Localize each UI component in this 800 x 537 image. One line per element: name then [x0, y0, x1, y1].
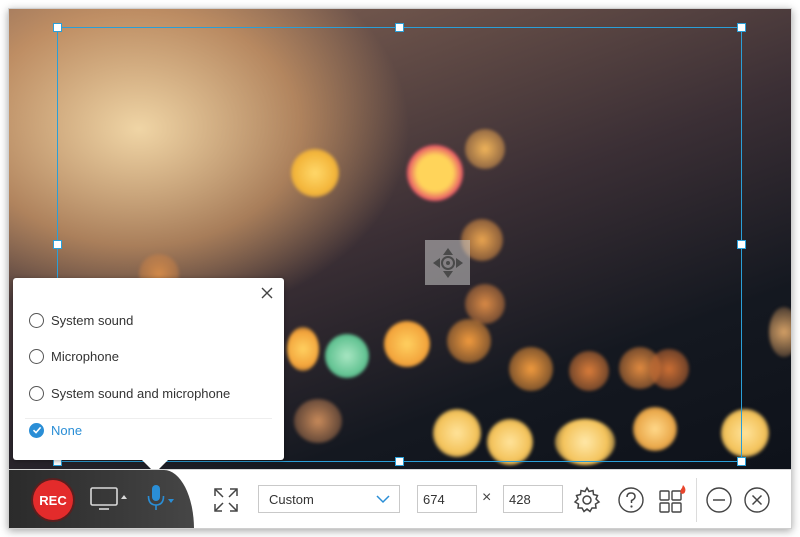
apps-button[interactable] — [656, 482, 690, 516]
chevron-down-icon — [376, 495, 390, 504]
audio-option-system-and-microphone[interactable]: System sound and microphone — [29, 381, 230, 405]
move-arrows-icon — [432, 247, 463, 278]
fullscreen-icon — [214, 488, 238, 512]
radio-button[interactable] — [29, 348, 44, 364]
minimize-button[interactable] — [703, 484, 735, 516]
option-label: System sound and microphone — [51, 385, 231, 401]
recording-toolbar: REC Custom 674 × 428 — [9, 469, 791, 528]
apps-icon — [659, 485, 686, 513]
monitor-icon — [90, 487, 127, 510]
microphone-button[interactable] — [144, 482, 176, 516]
help-button[interactable] — [615, 484, 647, 516]
option-label: Microphone — [51, 348, 119, 364]
radio-button-checked[interactable] — [29, 422, 44, 438]
resize-handle-bottom-right[interactable] — [737, 457, 746, 466]
option-label: None — [51, 422, 83, 438]
radio-button[interactable] — [29, 385, 44, 401]
resize-handle-top-left[interactable] — [53, 23, 62, 32]
toolbar-divider — [696, 478, 697, 522]
move-handle[interactable] — [425, 240, 470, 285]
checkmark-icon — [32, 426, 41, 434]
close-icon — [744, 487, 770, 513]
times-symbol: × — [482, 489, 492, 506]
region-size-dropdown[interactable]: Custom — [258, 485, 400, 513]
recording-screen: System sound Microphone System sound and… — [8, 8, 792, 529]
resize-handle-top-right[interactable] — [737, 23, 746, 32]
audio-option-none[interactable]: None — [29, 418, 82, 442]
resize-handle-top[interactable] — [395, 23, 404, 32]
popup-close-button[interactable] — [258, 284, 276, 302]
display-select-button[interactable] — [89, 484, 129, 514]
height-input[interactable] — [503, 485, 563, 513]
record-button[interactable]: REC — [33, 480, 73, 520]
audio-option-system-sound[interactable]: System sound — [29, 308, 133, 332]
resize-handle-left[interactable] — [53, 240, 62, 249]
resize-handle-right[interactable] — [737, 240, 746, 249]
fullscreen-button[interactable] — [211, 485, 241, 515]
audio-option-microphone[interactable]: Microphone — [29, 344, 119, 368]
region-size-value: Custom — [269, 491, 314, 507]
microphone-icon — [147, 485, 174, 510]
resize-handle-bottom[interactable] — [395, 457, 404, 466]
minimize-icon — [706, 487, 732, 513]
gear-icon — [573, 486, 601, 513]
audio-source-popup: System sound Microphone System sound and… — [13, 278, 284, 473]
width-input[interactable] — [417, 485, 477, 513]
radio-button[interactable] — [29, 312, 44, 328]
help-icon — [618, 487, 644, 513]
close-button[interactable] — [741, 484, 773, 516]
background-light — [769, 307, 791, 357]
close-icon — [261, 287, 273, 299]
option-label: System sound — [51, 312, 134, 328]
settings-button[interactable] — [571, 484, 603, 516]
